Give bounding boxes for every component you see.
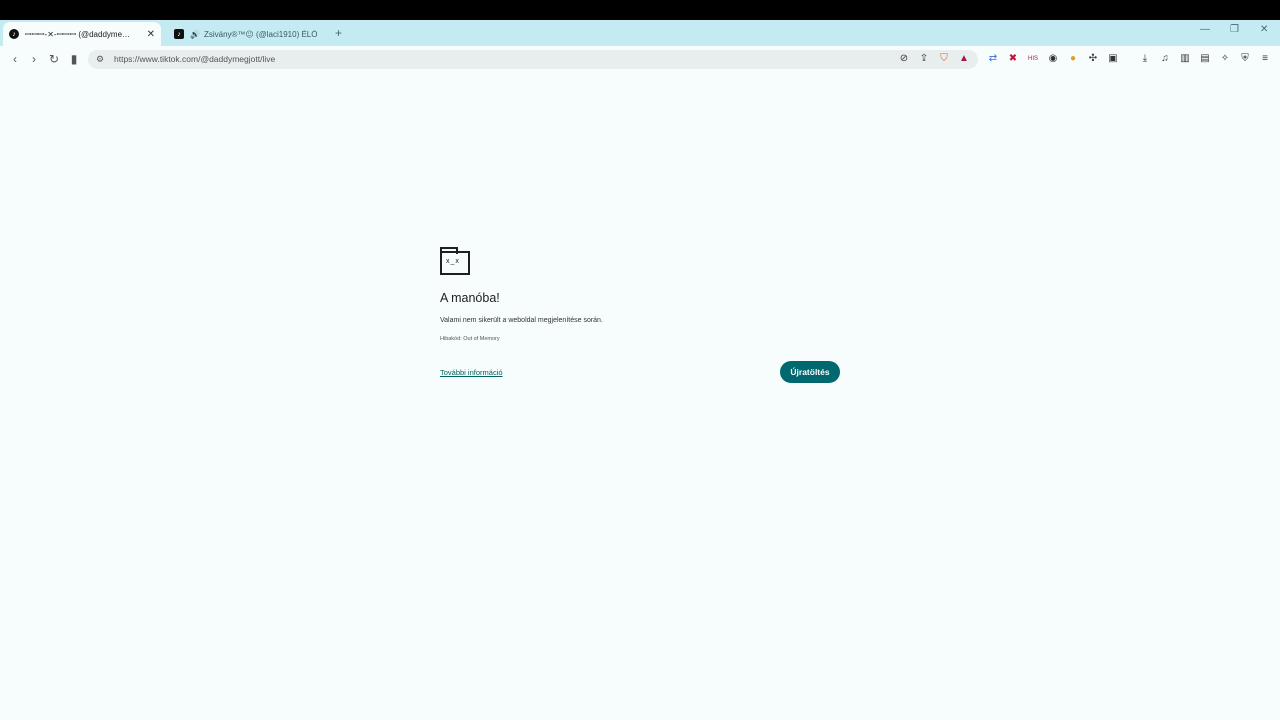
toolbar-actions: ⤓ ♫ ▥ ▤ ✧ ⛨ ≡ — [1139, 53, 1271, 65]
extensions-bar: ⇄ ✖ HIS ◉ ● ✣ ▣ — [987, 53, 1119, 65]
reload-button[interactable]: Újratöltés — [780, 361, 840, 383]
url-text: https://www.tiktok.com/@daddymegjott/liv… — [114, 54, 276, 64]
speaker-icon[interactable]: 🔊 — [190, 30, 200, 39]
error-message: Valami nem sikerült a weboldal megjelení… — [440, 317, 603, 324]
back-icon[interactable]: ‹ — [8, 52, 22, 66]
forward-icon[interactable]: › — [27, 52, 41, 66]
extension-x-icon[interactable]: ✖ — [1007, 53, 1019, 65]
minimize-icon[interactable]: — — [1200, 24, 1210, 35]
tab-strip: ♪ ꟷꟷꟷ-✕-ꟷꟷꟷ (@daddyme… ✕ ♪ 🔊 Zsivány®™😐 … — [0, 20, 1280, 46]
extensions-puzzle-icon[interactable]: ✣ — [1087, 53, 1099, 65]
restore-icon[interactable]: ❐ — [1230, 24, 1239, 35]
site-settings-icon[interactable]: ⚙ — [96, 50, 104, 69]
more-info-link[interactable]: További információ — [440, 368, 503, 377]
extension-color-icon[interactable]: ● — [1067, 53, 1079, 65]
close-window-icon[interactable]: ✕ — [1260, 24, 1268, 35]
error-page: x_x A manóba! Valami nem sikerült a webo… — [440, 247, 840, 383]
music-icon[interactable]: ♫ — [1159, 53, 1171, 65]
error-heading: A manóba! — [440, 291, 500, 305]
tab-inactive[interactable]: ♪ 🔊 Zsivány®™😐 (@laci1910) ÉLŐ a… — [168, 22, 323, 46]
tab-title: Zsivány®™😐 (@laci1910) ÉLŐ a… — [203, 29, 317, 39]
share-icon[interactable]: ⇪ — [918, 53, 930, 65]
tab-active[interactable]: ♪ ꟷꟷꟷ-✕-ꟷꟷꟷ (@daddyme… ✕ — [3, 22, 161, 46]
translate-icon[interactable]: ⇄ — [987, 53, 999, 65]
sad-tab-icon: x_x — [440, 247, 470, 275]
download-icon[interactable]: ⤓ — [1139, 53, 1151, 65]
reload-icon[interactable]: ↻ — [47, 52, 61, 66]
error-code: Hibakód: Out of Memory — [440, 336, 500, 342]
address-bar[interactable]: ⚙ https://www.tiktok.com/@daddymegjott/l… — [88, 50, 978, 69]
menu-icon[interactable]: ≡ — [1259, 53, 1271, 65]
vpn-icon[interactable]: ⛨ — [1239, 53, 1251, 65]
tiktok-icon: ♪ — [9, 29, 19, 39]
translate-off-icon[interactable]: ⊘ — [898, 53, 910, 65]
bookmark-icon[interactable]: ▮ — [67, 52, 81, 66]
screenshot-icon[interactable]: ▣ — [1107, 53, 1119, 65]
close-icon[interactable]: ✕ — [147, 29, 155, 40]
tab-title: ꟷꟷꟷ-✕-ꟷꟷꟷ (@daddyme… — [25, 29, 131, 39]
rewards-icon[interactable]: ▲ — [958, 53, 970, 65]
new-tab-icon[interactable]: + — [335, 26, 342, 40]
tiktok-icon: ♪ — [174, 29, 184, 39]
sidebar-icon[interactable]: ▥ — [1179, 53, 1191, 65]
top-black-bar — [0, 0, 1280, 20]
extension-his-icon[interactable]: HIS — [1027, 53, 1039, 65]
brave-shield-icon[interactable]: ⛉ — [938, 53, 950, 65]
extension-eye-icon[interactable]: ◉ — [1047, 53, 1059, 65]
leo-ai-icon[interactable]: ✧ — [1219, 53, 1231, 65]
wallet-icon[interactable]: ▤ — [1199, 53, 1211, 65]
